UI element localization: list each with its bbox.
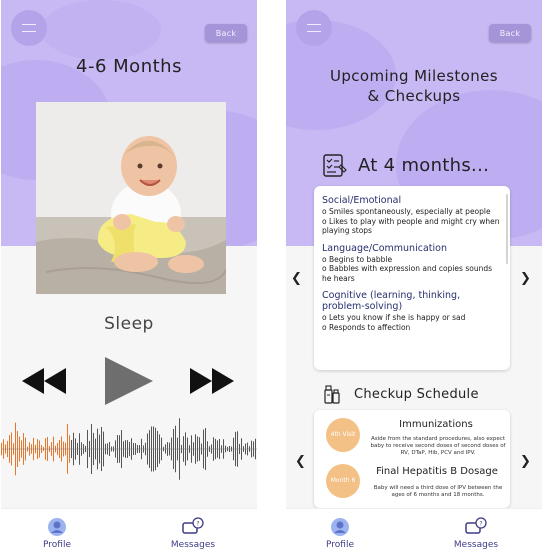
- prev-milestone-arrow-icon[interactable]: ❮: [291, 271, 302, 286]
- tab-profile-label: Profile: [326, 540, 354, 550]
- section-title: Language/Communication: [322, 242, 447, 254]
- milestones-card[interactable]: Social/Emotional o Smiles spontaneously,…: [314, 186, 510, 370]
- milestones-heading: At 4 months...: [322, 152, 489, 178]
- section-item: o Lets you know if she is happy or sad: [322, 313, 466, 322]
- hamburger-icon: [307, 24, 321, 32]
- rewind-icon[interactable]: [20, 366, 68, 396]
- messages-icon: ?: [465, 517, 487, 534]
- visit-badge: Month 6: [326, 464, 360, 498]
- fast-forward-icon[interactable]: [188, 366, 236, 396]
- tab-messages-label: Messages: [170, 540, 216, 550]
- medicine-bottles-icon: [324, 385, 340, 404]
- milestone-section: Language/Communication o Begins to babbl…: [322, 243, 502, 284]
- section-item: o Begins to babble: [322, 254, 393, 264]
- svg-text:?: ?: [479, 521, 482, 528]
- next-milestone-arrow-icon[interactable]: ❯: [520, 271, 531, 286]
- milestones-heading-text: At 4 months...: [358, 154, 490, 176]
- section-item: o Smiles spontaneously, especially at pe…: [322, 207, 491, 216]
- section-item: o Responds to affection: [322, 322, 411, 332]
- prev-checkup-arrow-icon[interactable]: ❮: [295, 454, 306, 469]
- section-item: o Babbles with expression and copies sou…: [322, 264, 492, 283]
- checkup-title: Immunizations: [399, 419, 473, 430]
- baby-photo: [36, 102, 226, 294]
- next-checkup-arrow-icon[interactable]: ❯: [520, 454, 531, 469]
- page-title: 4-6 Months: [76, 56, 182, 77]
- menu-button[interactable]: [296, 10, 332, 46]
- checkup-description: Baby will need a third dose of IPV betwe…: [373, 485, 503, 498]
- audio-waveform[interactable]: [1, 414, 257, 484]
- hamburger-icon: [22, 24, 36, 32]
- checkup-card[interactable]: 4th Visit Immunizations Aside from the s…: [314, 410, 510, 508]
- sleep-sounds-screen: Back 4-6 Months Sleep Profile ? Messages: [1, 0, 257, 556]
- checkup-heading: Checkup Schedule: [324, 384, 479, 404]
- page-title-line2: & Checkups: [367, 87, 461, 105]
- milestone-section: Social/Emotional o Smiles spontaneously,…: [322, 195, 502, 236]
- visit-badge: 4th Visit: [326, 418, 360, 452]
- tab-messages[interactable]: ? Messages: [153, 517, 233, 553]
- back-button[interactable]: Back: [489, 24, 531, 42]
- tab-profile[interactable]: Profile: [300, 517, 380, 553]
- tab-bar: Profile ? Messages: [286, 508, 542, 556]
- section-title: Cognitive (learning, thinking, problem-s…: [322, 290, 461, 312]
- back-button[interactable]: Back: [205, 24, 247, 42]
- svg-text:?: ?: [196, 521, 199, 528]
- profile-icon: [48, 518, 66, 536]
- menu-button[interactable]: [11, 10, 47, 46]
- checkup-description: Aside from the standard procedures, also…: [370, 436, 506, 456]
- profile-icon: [331, 518, 349, 536]
- section-title: Social/Emotional: [322, 195, 402, 206]
- checkup-title: Final Hepatitis B Dosage: [376, 466, 498, 477]
- tab-profile-label: Profile: [43, 540, 71, 550]
- checkup-heading-text: Checkup Schedule: [354, 386, 479, 402]
- scrollbar[interactable]: [506, 194, 508, 264]
- section-item: o Likes to play with people and might cr…: [322, 216, 500, 236]
- tab-bar: Profile ? Messages: [1, 508, 257, 556]
- milestone-section: Cognitive (learning, thinking, problem-s…: [322, 290, 502, 332]
- play-icon[interactable]: [103, 355, 155, 407]
- messages-icon: ?: [182, 517, 204, 534]
- sound-title: Sleep: [104, 314, 154, 334]
- tab-messages[interactable]: ? Messages: [436, 517, 516, 553]
- tab-messages-label: Messages: [453, 540, 499, 550]
- checklist-icon: [323, 154, 347, 177]
- page-title-line1: Upcoming Milestones: [329, 67, 499, 85]
- tab-profile[interactable]: Profile: [17, 517, 97, 553]
- milestones-screen: Back Upcoming Milestones & Checkups At 4…: [286, 0, 542, 556]
- page-title: Upcoming Milestones & Checkups: [286, 66, 542, 106]
